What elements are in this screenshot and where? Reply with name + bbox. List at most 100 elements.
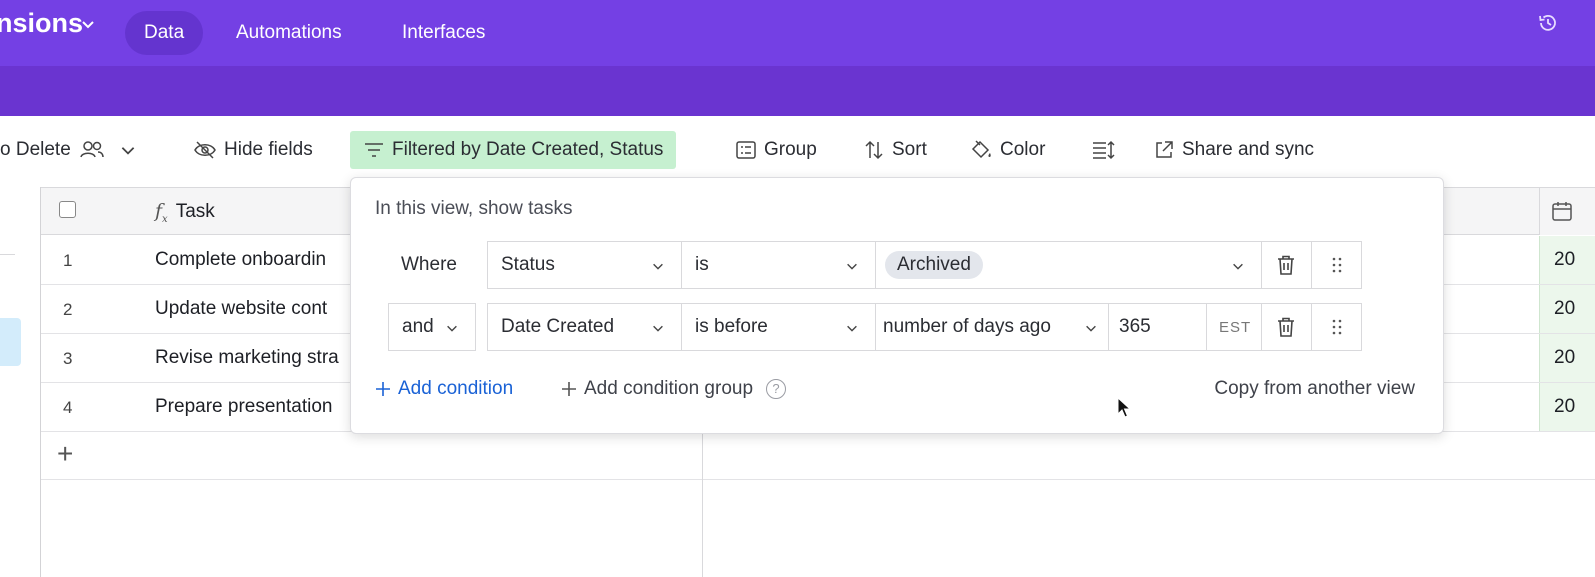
collaborators-icon (80, 141, 104, 158)
filter-button[interactable]: Filtered by Date Created, Status (350, 131, 677, 169)
row-height-button[interactable] (1092, 131, 1116, 169)
add-condition-label: Add condition (398, 378, 514, 399)
date-column-header[interactable] (1539, 188, 1595, 235)
table-tabs-bar (0, 66, 1595, 116)
date-cell[interactable]: 20 (1539, 285, 1595, 333)
row-number: 4 (63, 398, 73, 417)
where-label: Where (401, 254, 457, 275)
formula-icon: fx (155, 200, 168, 225)
days-value: 365 (1119, 316, 1151, 337)
field-value: Date Created (501, 316, 615, 337)
chevron-down-icon (847, 325, 857, 332)
hide-fields-button[interactable]: Hide fields (194, 131, 313, 169)
operator-select[interactable]: is before (681, 303, 876, 351)
timezone-value: EST (1219, 318, 1252, 336)
date-cell[interactable]: 20 (1539, 334, 1595, 382)
operator-value: is (695, 254, 709, 275)
drag-handle-icon (1332, 319, 1342, 335)
date-cell[interactable]: 20 (1539, 383, 1595, 431)
group-button[interactable]: Group (736, 131, 817, 169)
color-button[interactable]: Color (970, 131, 1045, 169)
value-select[interactable]: Archived (875, 241, 1262, 289)
sort-label: Sort (892, 139, 927, 160)
copy-from-view-link[interactable]: Copy from another view (1214, 378, 1415, 400)
base-name[interactable]: nsions (0, 8, 83, 39)
chevron-down-icon (847, 263, 857, 270)
hide-fields-label: Hide fields (224, 139, 313, 160)
add-row[interactable]: + (41, 432, 1595, 480)
task-header-label: Task (175, 201, 215, 223)
date-mode-value: number of days ago (883, 316, 1051, 337)
view-name-button[interactable]: o Delete (0, 131, 137, 169)
external-link-icon (1156, 141, 1173, 158)
drag-handle[interactable] (1311, 303, 1362, 351)
task-cell[interactable]: Update website cont (155, 298, 327, 320)
tab-interfaces[interactable]: Interfaces (402, 11, 485, 55)
days-input[interactable]: 365 (1108, 303, 1207, 351)
filter-icon (365, 143, 383, 157)
paint-bucket-icon (971, 140, 991, 159)
task-cell[interactable]: Revise marketing stra (155, 347, 339, 369)
date-mode-select[interactable]: number of days ago (875, 303, 1109, 351)
task-cell[interactable]: Prepare presentation (155, 396, 332, 418)
chevron-down-icon[interactable] (80, 16, 96, 32)
group-label: Group (764, 139, 817, 160)
add-row-button[interactable]: + (57, 438, 73, 470)
mouse-cursor-icon (1117, 397, 1131, 418)
drag-handle[interactable] (1311, 241, 1362, 289)
delete-condition-button[interactable] (1261, 241, 1312, 289)
filter-label: Filtered by Date Created, Status (392, 139, 664, 160)
add-condition-button[interactable]: Add condition (375, 378, 513, 400)
color-label: Color (1000, 139, 1046, 160)
group-icon (736, 141, 756, 159)
eye-slash-icon (194, 141, 216, 159)
delete-condition-button[interactable] (1261, 303, 1312, 351)
field-value: Status (501, 254, 555, 275)
filter-popover-title: In this view, show tasks (375, 198, 573, 219)
view-name: o Delete (0, 139, 71, 160)
chevron-down-icon (1086, 325, 1096, 332)
calendar-icon (1552, 202, 1572, 221)
share-sync-button[interactable]: Share and sync (1154, 131, 1314, 169)
field-select[interactable]: Date Created (487, 303, 682, 351)
sidebar-selected-item[interactable] (0, 318, 21, 366)
row-number: 1 (63, 251, 73, 270)
field-select[interactable]: Status (487, 241, 682, 289)
add-condition-group-button[interactable]: Add condition group ? (561, 378, 787, 400)
drag-handle-icon (1332, 257, 1342, 273)
help-icon[interactable]: ? (766, 379, 787, 399)
chevron-down-icon[interactable] (119, 141, 137, 159)
select-all-checkbox[interactable] (59, 201, 76, 218)
operator-select[interactable]: is (681, 241, 876, 289)
task-cell[interactable]: Complete onboardin (155, 249, 326, 271)
view-toolbar: o Delete Hide fields Filtered by Date Cr… (0, 127, 1595, 173)
date-cell-value: 20 (1554, 347, 1576, 368)
timezone-label: EST (1206, 303, 1262, 351)
chevron-down-icon (447, 325, 457, 332)
status-pill: Archived (885, 251, 983, 279)
tab-automations[interactable]: Automations (236, 11, 342, 55)
chevron-down-icon (653, 325, 663, 332)
date-cell-value: 20 (1554, 249, 1576, 270)
history-icon[interactable] (1537, 12, 1559, 34)
add-condition-group-label: Add condition group (584, 378, 754, 399)
filter-popover: In this view, show tasks Where Status is… (350, 177, 1444, 434)
date-cell[interactable]: 20 (1539, 236, 1595, 284)
conjunction-select[interactable]: and (388, 303, 476, 351)
sort-icon (865, 140, 883, 160)
row-height-icon (1093, 140, 1115, 160)
trash-icon (1278, 255, 1294, 275)
chevron-down-icon (653, 263, 663, 270)
trash-icon (1278, 317, 1294, 337)
row-number: 3 (63, 349, 73, 368)
share-sync-label: Share and sync (1182, 139, 1315, 160)
conjunction-value: and (402, 316, 434, 337)
sort-button[interactable]: Sort (864, 131, 927, 169)
top-bar: nsions Data Automations Interfaces (0, 0, 1595, 66)
plus-icon (376, 382, 390, 396)
plus-icon (562, 382, 576, 396)
operator-value: is before (695, 316, 768, 337)
task-column-header[interactable]: fx Task (155, 200, 215, 225)
tab-data[interactable]: Data (125, 11, 204, 55)
sidebar-divider (0, 254, 15, 255)
